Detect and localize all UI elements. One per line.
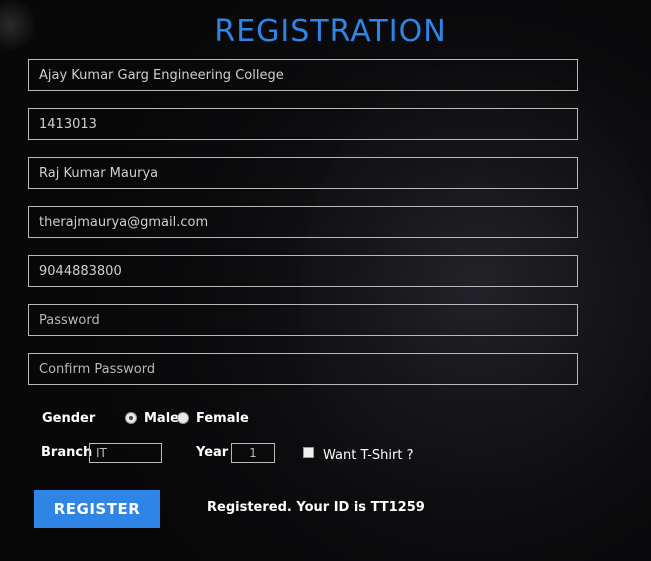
- tshirt-label: Want T-Shirt ?: [323, 448, 414, 463]
- branch-label: Branch: [41, 445, 93, 460]
- gender-male-radio[interactable]: [125, 412, 137, 424]
- page-title: REGISTRATION: [214, 14, 447, 49]
- gender-female-label: Female: [196, 411, 249, 426]
- college-field[interactable]: [28, 59, 578, 91]
- email-field[interactable]: [28, 206, 578, 238]
- year-input[interactable]: [231, 443, 275, 463]
- phone-field[interactable]: [28, 255, 578, 287]
- register-button[interactable]: REGISTER: [34, 490, 160, 528]
- year-label: Year: [196, 445, 229, 460]
- status-message: Registered. Your ID is TT1259: [207, 500, 425, 515]
- roll-number-field[interactable]: [28, 108, 578, 140]
- gender-label: Gender: [42, 411, 96, 426]
- password-field[interactable]: [28, 304, 578, 336]
- gender-male-label: Male: [144, 411, 179, 426]
- branch-input[interactable]: [89, 443, 162, 463]
- gender-female-radio[interactable]: [177, 412, 189, 424]
- name-field[interactable]: [28, 157, 578, 189]
- tshirt-checkbox[interactable]: [303, 447, 314, 458]
- confirm-password-field[interactable]: [28, 353, 578, 385]
